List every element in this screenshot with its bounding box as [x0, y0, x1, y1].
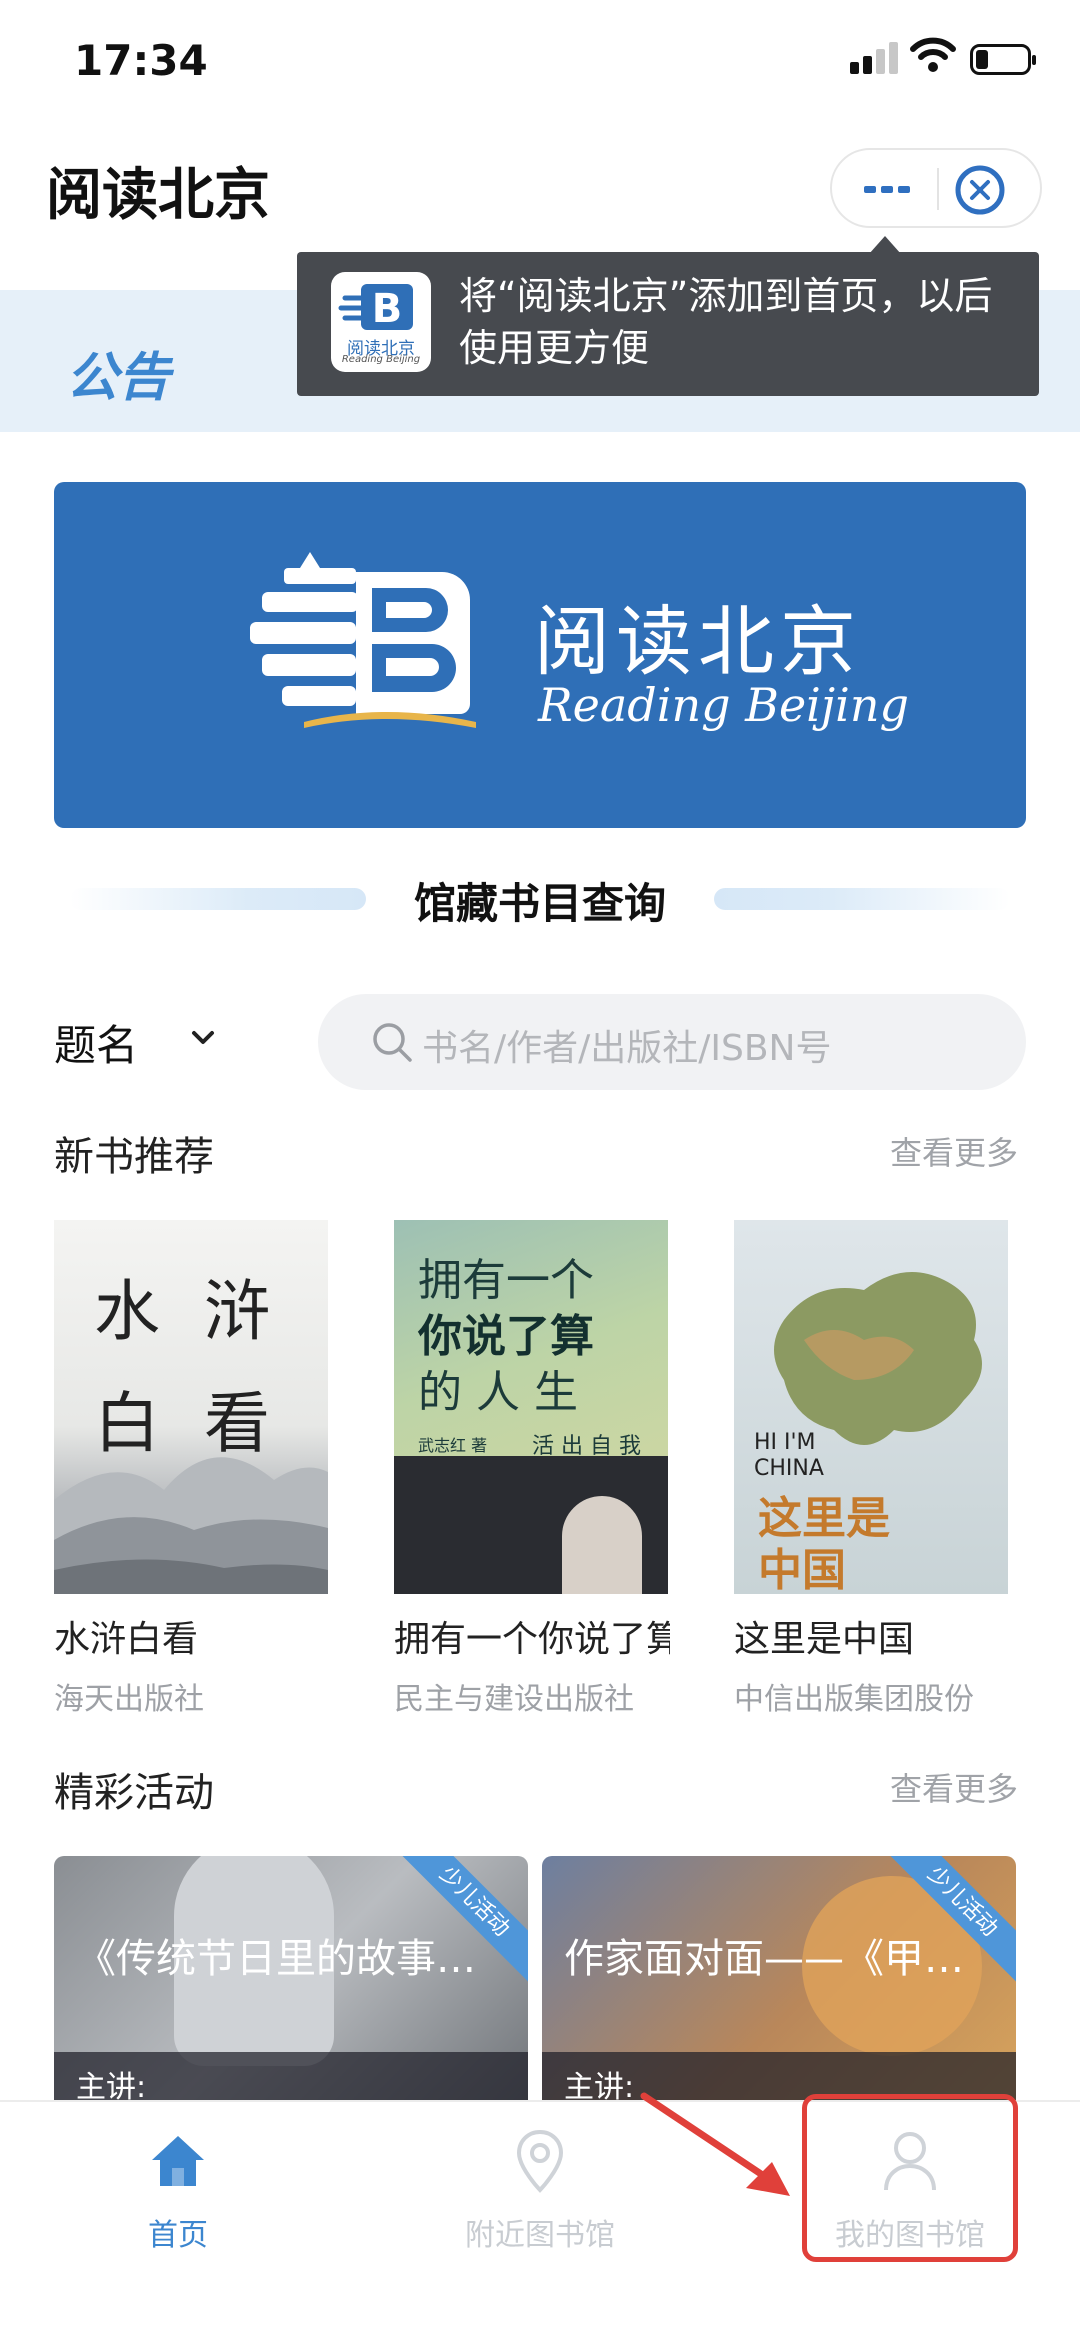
tab-home-label: 首页 — [148, 2218, 208, 2253]
search-icon — [373, 1023, 412, 1062]
search-placeholder: 书名/作者/出版社/ISBN号 — [422, 1028, 832, 1069]
book-cover-1-char-1: 水 — [94, 1273, 160, 1350]
close-miniprogram-button[interactable] — [950, 160, 1010, 220]
book-cover-3[interactable]: HI I'M CHINA 这里是 中国 — [734, 1220, 1008, 1594]
annotation-arrow-icon — [640, 2092, 790, 2196]
battery-icon — [970, 44, 1038, 80]
tab-nearby-library[interactable]: 附近图书馆 — [410, 2122, 670, 2272]
book-cover-1-char-4: 看 — [204, 1385, 270, 1462]
tab-home[interactable]: 首页 — [48, 2122, 308, 2272]
signal-icon — [850, 40, 902, 74]
banner-title-en: Reading Beijing — [538, 678, 909, 732]
event-title-2: 作家面对面——《甲… — [564, 1936, 964, 1982]
new-books-more-link[interactable]: 查看更多 — [890, 1128, 1018, 1174]
catalog-title: 馆藏书目查询 — [413, 879, 666, 928]
capsule-divider — [937, 168, 939, 210]
book-cover-1-char-3: 白 — [94, 1385, 160, 1462]
app-logo-sublabel: Reading Beijing — [341, 354, 421, 365]
page-title: 阅读北京 — [46, 163, 270, 228]
wifi-icon — [910, 36, 956, 78]
book-cover-3-cn-2: 中国 — [758, 1545, 846, 1594]
event-card-2[interactable]: 少儿活动 作家面对面——《甲… 主讲: — [542, 1856, 1016, 2116]
search-field-select[interactable]: 题名 — [54, 1012, 138, 1073]
event-title-1: 《传统节日里的故事… — [76, 1936, 476, 1982]
book-cover-2-lower-panel — [394, 1456, 668, 1594]
book-title-1[interactable]: 水浒白看 — [54, 1610, 334, 1662]
chevron-down-icon[interactable] — [188, 1028, 218, 1052]
annotation-highlight-box — [802, 2094, 1018, 2262]
close-target-icon — [955, 165, 1005, 215]
book-cover-3-en-1: HI I'M — [754, 1430, 816, 1455]
book-cover-1[interactable]: 水 浒 白 看 — [54, 1220, 328, 1594]
event-card-1[interactable]: 少儿活动 《传统节日里的故事… 主讲: — [54, 1856, 528, 2116]
add-to-home-tooltip[interactable]: B 阅读北京 Reading Beijing 将“阅读北京”添加到首页，以后使用… — [297, 252, 1039, 396]
book-title-2[interactable]: 拥有一个你说了算 — [394, 1610, 670, 1662]
location-pin-icon — [516, 2129, 564, 2193]
svg-text:B: B — [372, 286, 403, 332]
book-cover-1-char-2: 浒 — [204, 1273, 270, 1350]
book-cover-2[interactable]: 拥有一个 你说了算 的 人 生 武志红 著 活 出 自 我 篇 — [394, 1220, 668, 1594]
book-cover-2-line-1: 拥有一个 — [418, 1255, 594, 1306]
banner[interactable]: 阅读北京 Reading Beijing — [54, 482, 1026, 828]
book-cover-2-author: 武志红 著 — [418, 1436, 488, 1455]
home-icon — [152, 2136, 204, 2186]
more-dots-icon — [864, 186, 910, 193]
book-cover-3-en-2: CHINA — [754, 1456, 824, 1481]
banner-title-cn: 阅读北京 — [534, 597, 862, 686]
events-more-link[interactable]: 查看更多 — [890, 1764, 1018, 1810]
notice-label: 公告 — [66, 348, 171, 408]
miniprogram-capsule — [830, 148, 1042, 228]
book-cover-2-line-2: 你说了算 — [418, 1311, 594, 1362]
book-title-3[interactable]: 这里是中国 — [734, 1610, 1014, 1662]
book-publisher-1: 海天出版社 — [54, 1682, 204, 1717]
status-time: 17:34 — [74, 36, 208, 85]
app-logo-icon: B 阅读北京 Reading Beijing — [331, 272, 431, 372]
search-input[interactable]: 书名/作者/出版社/ISBN号 — [318, 994, 1026, 1090]
more-menu-button[interactable] — [852, 164, 922, 214]
book-cover-2-line-3: 的 人 生 — [418, 1367, 578, 1418]
events-title: 精彩活动 — [54, 1770, 214, 1816]
author-photo — [562, 1496, 642, 1594]
tab-nearby-library-label: 附近图书馆 — [465, 2218, 615, 2253]
book-publisher-2: 民主与建设出版社 — [394, 1682, 634, 1717]
book-publisher-3: 中信出版集团股份 — [734, 1682, 974, 1717]
tooltip-text: 将“阅读北京”添加到首页，以后使用更方便 — [459, 274, 993, 370]
new-books-title: 新书推荐 — [54, 1134, 214, 1180]
reading-beijing-logo-icon — [250, 552, 476, 728]
